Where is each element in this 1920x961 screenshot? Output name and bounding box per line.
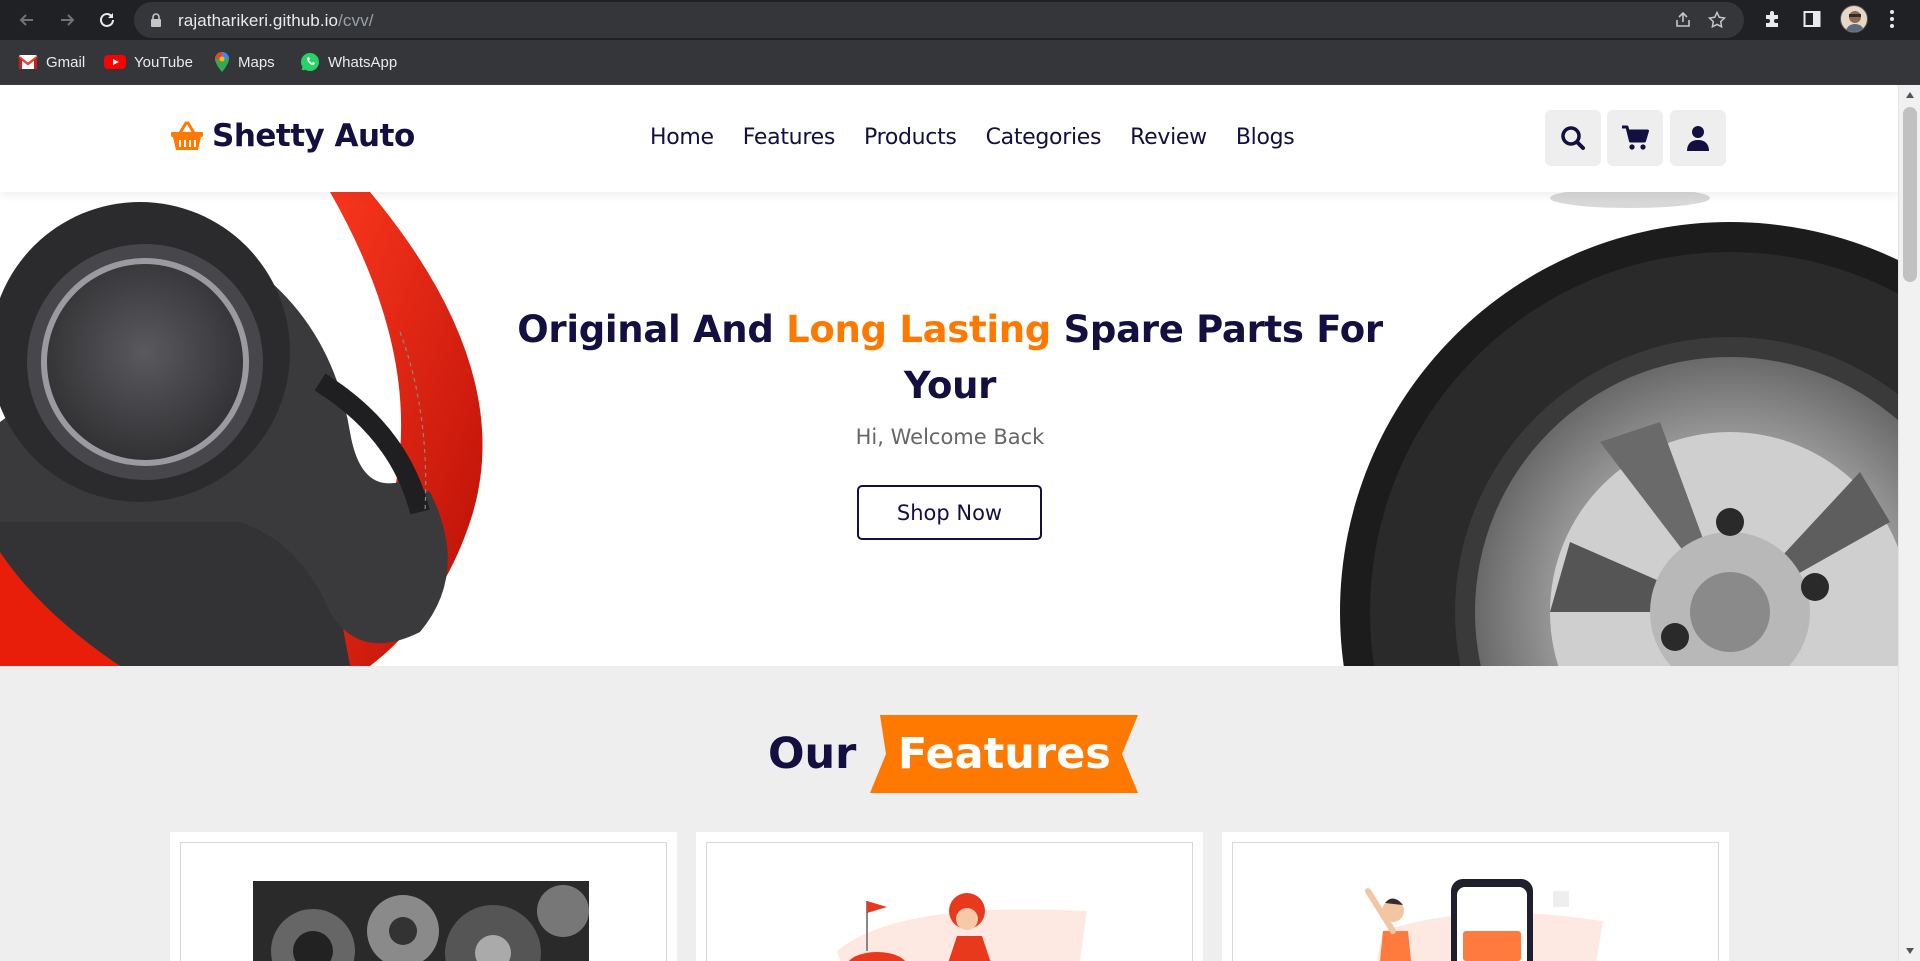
cart-icon: [1622, 125, 1649, 150]
chrome-menu-icon[interactable]: [1880, 7, 1904, 31]
mobile-app-illustration: [1365, 879, 1603, 961]
hero-title: Original And Long Lasting Spare Parts Fo…: [517, 308, 1383, 407]
search-icon: [1561, 126, 1585, 150]
delivery-illustration: [837, 893, 1087, 961]
tire-image: [1340, 192, 1898, 666]
hero-title-accent: Long Lasting: [786, 308, 1051, 351]
whatsapp-icon: [301, 53, 319, 71]
heading-features: Features: [897, 729, 1111, 779]
bookmark-gmail[interactable]: Gmail: [18, 51, 85, 73]
steering-wheel-image: [0, 192, 483, 666]
hero-subtitle: Hi, Welcome Back: [855, 425, 1045, 449]
bookmark-whatsapp[interactable]: WhatsApp: [300, 51, 397, 73]
nav-categories[interactable]: Categories: [986, 125, 1102, 150]
share-icon[interactable]: [1672, 9, 1694, 31]
extensions-icon[interactable]: [1760, 7, 1784, 31]
features-heading: Our Features: [768, 715, 1139, 793]
bookmarks-bar: Gmail YouTube Maps WhatsApp: [0, 40, 1920, 85]
youtube-icon: [104, 55, 126, 69]
site-header: Shetty Auto Home Features Products Categ…: [0, 85, 1898, 192]
bookmark-youtube[interactable]: YouTube: [104, 51, 193, 73]
scroll-down-icon: [1906, 948, 1914, 954]
web-page: Shetty Auto Home Features Products Categ…: [0, 85, 1920, 961]
site-logo[interactable]: Shetty Auto: [170, 118, 415, 154]
bookmark-maps[interactable]: Maps: [214, 51, 275, 73]
back-button[interactable]: [13, 6, 41, 34]
nav-home[interactable]: Home: [650, 125, 714, 150]
browser-toolbar: rajatharikeri.github.io/cvv/: [0, 0, 1920, 40]
basket-icon: [171, 121, 203, 150]
scrollbar-thumb[interactable]: [1903, 107, 1917, 282]
heading-our: Our: [768, 729, 857, 779]
heading-tag: Features: [870, 715, 1139, 793]
scroll-up-icon: [1906, 92, 1914, 98]
logo-text: Shetty Auto: [212, 118, 415, 154]
engine-parts-image: [253, 881, 589, 961]
bookmark-star-icon[interactable]: [1706, 9, 1728, 31]
page-scrollbar[interactable]: [1898, 85, 1920, 961]
forward-arrow-icon: [61, 14, 75, 26]
profile-avatar[interactable]: [1840, 5, 1868, 33]
reload-button[interactable]: [93, 6, 121, 34]
lock-icon: [151, 13, 161, 27]
reload-icon: [100, 12, 114, 27]
user-button[interactable]: [1670, 110, 1726, 166]
url-text: rajatharikeri.github.io/cvv/: [178, 11, 374, 30]
main-nav: Home Features Products Categories Review…: [650, 125, 1295, 150]
nav-blogs[interactable]: Blogs: [1236, 125, 1295, 150]
address-bar[interactable]: rajatharikeri.github.io/cvv/: [134, 2, 1744, 38]
maps-icon: [215, 52, 229, 72]
side-panel-icon[interactable]: [1800, 7, 1824, 31]
feature-card: [696, 832, 1203, 961]
back-arrow-icon: [19, 14, 33, 26]
cart-button[interactable]: [1607, 110, 1663, 166]
feature-card: [1222, 832, 1729, 961]
user-icon: [1687, 126, 1709, 151]
forward-button[interactable]: [53, 6, 81, 34]
feature-card: [170, 832, 677, 961]
nav-features[interactable]: Features: [743, 125, 836, 150]
nav-review[interactable]: Review: [1130, 125, 1207, 150]
shop-now-button[interactable]: Shop Now: [857, 485, 1042, 540]
nav-products[interactable]: Products: [864, 125, 957, 150]
gmail-icon: [18, 55, 38, 69]
hero-banner: Original And Long Lasting Spare Parts Fo…: [0, 192, 1898, 666]
search-button[interactable]: [1545, 110, 1601, 166]
